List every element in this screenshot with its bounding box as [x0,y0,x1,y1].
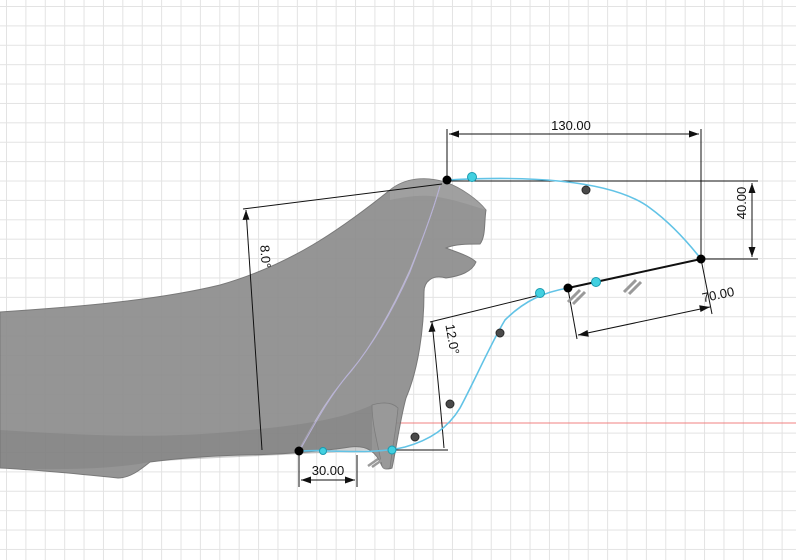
spline-fit-point-icon[interactable] [445,399,455,409]
dimension-label-top[interactable]: 130.00 [551,118,591,133]
angle-label-lower[interactable]: 12.0° [442,323,462,356]
sketch-point-icon[interactable] [563,283,573,293]
arrow-head-upper [242,210,250,220]
spline-handle-icon[interactable] [535,288,545,298]
parallel-constraint-icon[interactable] [622,278,643,296]
dimension-label-bottom[interactable]: 30.00 [312,463,345,478]
parallel-constraint-icon[interactable] [367,457,383,469]
dimension-top-width[interactable]: 130.00 [446,118,702,259]
spline-fit-point-icon[interactable] [581,185,591,195]
dimension-bottom-width[interactable]: 30.00 [298,452,358,487]
dimension-right-height[interactable]: 40.00 [450,180,758,260]
dimension-label-right[interactable]: 40.00 [734,187,749,220]
angle-label-upper[interactable]: 8.0° [257,245,274,269]
sketch-viewport[interactable]: 130.00 40.00 70.00 8.0° 12.0° 30.00 [0,0,796,560]
arrow-head-lower [428,322,436,332]
arrow-head-start [578,330,589,337]
sketch-line[interactable] [567,258,702,289]
spline-handle-icon[interactable] [319,447,327,455]
spline-fit-point-icon[interactable] [410,432,420,442]
spline-handle-icon[interactable] [387,445,397,455]
sketch-point-icon[interactable] [442,175,452,185]
angle-leg-lower [429,293,545,323]
arrow-head-left [449,130,459,138]
dimension-line [577,306,711,336]
dimension-line-length[interactable]: 70.00 [567,258,736,340]
sketch-point-icon[interactable] [696,254,706,264]
arrow-head-right [689,130,699,138]
arrow-head-top [748,183,756,193]
arrow-head-bottom [748,247,756,257]
spline-fit-point-icon[interactable] [495,328,505,338]
arrow-head-right [345,476,355,484]
extension-line-b [700,258,713,315]
sketch-point-icon[interactable] [294,446,304,456]
arrow-head-end [699,305,710,312]
spline-handle-icon[interactable] [467,172,477,182]
arrow-head-left [301,476,311,484]
sketch-canvas[interactable]: 130.00 40.00 70.00 8.0° 12.0° 30.00 [0,0,796,560]
spline-handle-icon[interactable] [591,277,601,287]
dimension-label-line[interactable]: 70.00 [701,284,736,305]
